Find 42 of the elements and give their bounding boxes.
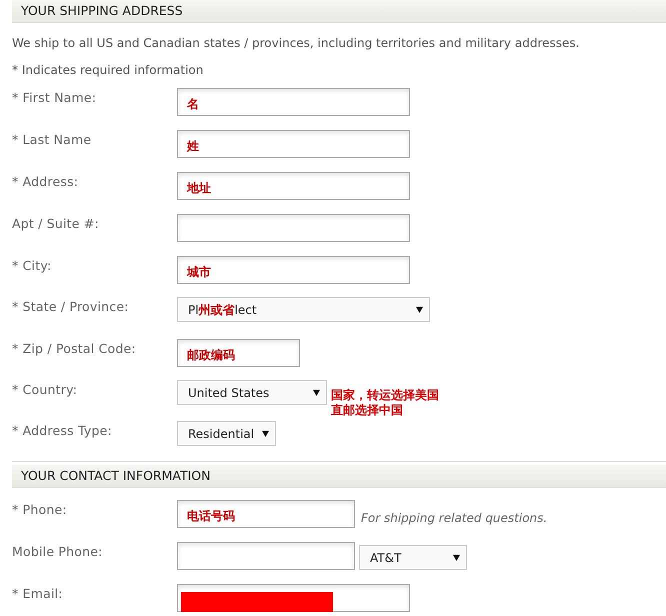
field-label: * State / Province: [12, 298, 130, 316]
caret-icon [416, 306, 423, 313]
field-label: * Address: [12, 173, 80, 191]
dropdown[interactable]: United States [177, 380, 327, 405]
section-header: YOUR CONTACT INFORMATION [12, 465, 666, 488]
caret-icon [262, 430, 269, 437]
input-field[interactable] [177, 542, 355, 570]
input-field[interactable] [177, 130, 410, 158]
input-field[interactable] [177, 214, 410, 242]
input-field[interactable] [177, 500, 355, 528]
field-label: Mobile Phone: [12, 543, 104, 561]
annotation-text: 州或省 [198, 302, 235, 318]
annotation-text: 直邮选择中国 [331, 403, 404, 418]
caret-icon [313, 389, 320, 396]
field-label: * City: [12, 257, 52, 275]
field-label: Apt / Suite #: [12, 215, 100, 233]
annotation-text: 姓 [187, 139, 199, 153]
input-field[interactable] [177, 88, 410, 116]
hint-text: For shipping related questions. [360, 510, 548, 527]
input-field[interactable] [177, 256, 410, 284]
field-label: * Zip / Postal Code: [12, 340, 137, 358]
field-label: * First Name: [12, 89, 98, 107]
annotation-text: 地址 [187, 181, 211, 195]
dropdown[interactable]: Pl州或省lect [177, 297, 430, 322]
dropdown[interactable]: AT&T [359, 545, 467, 570]
section-header: YOUR SHIPPING ADDRESS [12, 0, 666, 23]
field-label: * Country: [12, 381, 78, 399]
annotation-text: 电话号码 [187, 509, 235, 523]
required-note: * Indicates required information [11, 62, 204, 78]
input-field[interactable] [177, 339, 300, 367]
annotation-text: 名 [187, 97, 199, 111]
field-label: * Address Type: [12, 422, 113, 440]
field-label: * Email: [12, 585, 64, 603]
field-label: * Phone: [12, 501, 68, 519]
annotation-text: 邮政编码 [187, 348, 235, 362]
input-field[interactable] [177, 172, 410, 200]
annotation-text: 国家，转运选择美国 [331, 388, 439, 403]
intro-text: We ship to all US and Canadian states / provinces, including territories and military addresses. [11, 35, 580, 51]
dropdown[interactable]: Residential [177, 421, 276, 446]
annotation-text: 城市 [187, 265, 211, 279]
field-label: * Last Name [12, 131, 92, 149]
caret-icon [453, 554, 460, 561]
